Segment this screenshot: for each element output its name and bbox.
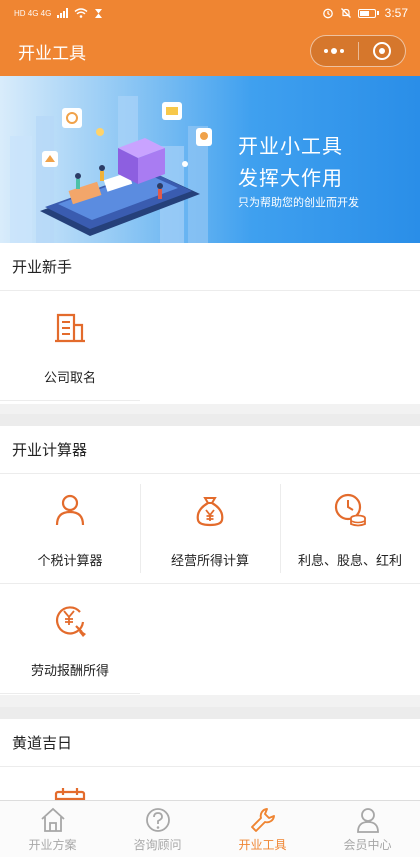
battery-icon (357, 8, 379, 18)
section-title: 开业新手 (0, 243, 420, 291)
user-icon (356, 808, 379, 833)
section-new-business: 开业新手 公司取名 (0, 243, 420, 404)
tab-label: 开业工具 (238, 838, 287, 852)
person-icon (55, 494, 85, 526)
signal-icon (57, 8, 69, 18)
banner-title-line1: 开业小工具 (238, 134, 343, 158)
tool-label: 利息、股息、红利 (297, 554, 402, 569)
tool-business-income-calculator[interactable]: 经营所得计算 (140, 474, 280, 584)
section-auspicious-days: 黄道吉日 (0, 719, 420, 800)
tab-label: 开业方案 (28, 838, 77, 852)
tool-label: 公司取名 (43, 371, 96, 386)
house-icon (40, 807, 65, 832)
promo-banner[interactable]: 开业小工具 发挥大作用 只为帮助您的创业而开发 (0, 76, 420, 243)
tool-auspicious-calendar[interactable] (0, 767, 140, 800)
money-bag-icon (196, 497, 224, 527)
bottom-tab-bar: 开业方案 咨询顾问 开业工具 会员中心 (0, 800, 420, 857)
clock-coins-icon (334, 493, 366, 527)
tool-grid: 公司取名 (0, 291, 420, 401)
network-label: HD 4G 4G (14, 8, 52, 18)
miniprogram-capsule (310, 35, 406, 67)
page-title: 开业工具 (18, 43, 86, 64)
tool-grid (0, 767, 420, 800)
tool-income-tax-calculator[interactable]: 个税计算器 (0, 474, 140, 584)
tab-label: 会员中心 (343, 838, 392, 852)
status-time: 3:57 (384, 6, 408, 20)
tool-interest-dividend-calculator[interactable]: 利息、股息、红利 (280, 474, 420, 584)
banner-title: 开业小工具 发挥大作用 (238, 132, 343, 192)
tab-business-tools[interactable]: 开业工具 (210, 801, 315, 857)
mute-icon (340, 8, 351, 18)
status-bar: HD 4G 4G 3:57 (0, 0, 420, 26)
tab-label: 咨询顾问 (133, 838, 182, 852)
company-building-icon (55, 313, 85, 343)
section-title: 黄道吉日 (0, 719, 420, 767)
banner-subtitle: 只为帮助您的创业而开发 (238, 196, 359, 209)
tool-label: 劳动报酬所得 (30, 664, 109, 679)
section-divider (0, 707, 420, 719)
section-divider (0, 414, 420, 426)
tool-label: 个税计算器 (37, 554, 103, 569)
status-left: HD 4G 4G (14, 8, 103, 19)
tool-label: 经营所得计算 (170, 554, 249, 569)
status-right: 3:57 (322, 6, 408, 20)
alarm-icon (322, 8, 333, 19)
tab-consultant[interactable]: 咨询顾问 (105, 801, 210, 857)
wrench-icon (250, 808, 275, 832)
section-calculators: 开业计算器 个税计算器 经营所得计算 利息、股息、红利 劳动报酬所得 (0, 426, 420, 695)
question-icon (145, 808, 170, 832)
wifi-icon (74, 8, 88, 18)
tab-business-plan[interactable]: 开业方案 (0, 801, 105, 857)
hourglass-icon (95, 8, 103, 18)
tool-company-naming[interactable]: 公司取名 (0, 291, 140, 401)
section-title: 开业计算器 (0, 426, 420, 474)
tool-grid: 个税计算器 经营所得计算 利息、股息、红利 劳动报酬所得 (0, 474, 420, 694)
close-target-icon[interactable] (359, 42, 406, 60)
tool-labor-income-calculator[interactable]: 劳动报酬所得 (0, 584, 140, 694)
yen-shovel-icon (56, 606, 86, 637)
banner-title-line2: 发挥大作用 (238, 166, 343, 190)
more-menu-icon[interactable] (311, 48, 358, 54)
banner-illustration (10, 96, 212, 243)
title-bar: 开业工具 (0, 26, 420, 76)
tab-member-center[interactable]: 会员中心 (315, 801, 420, 857)
calendar-icon (54, 788, 86, 800)
top-bar: HD 4G 4G 3:57 开业工具 (0, 0, 420, 76)
